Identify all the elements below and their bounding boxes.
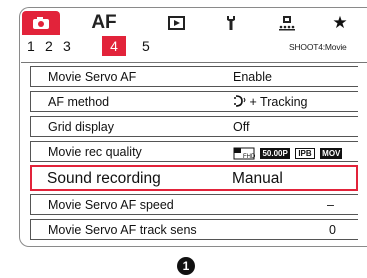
custom-function-icon: [279, 16, 295, 31]
fhd-size-icon: FHD: [233, 147, 256, 160]
playback-icon: [167, 16, 185, 30]
tab-af[interactable]: AF: [84, 11, 124, 35]
tab-custom-functions[interactable]: [274, 11, 300, 35]
menu-item-movie-servo-af-track-sens[interactable]: Movie Servo AF track sens 0: [30, 219, 358, 240]
format-chip: MOV: [320, 148, 343, 160]
menu-item-value: FHD 50.00P IPB MOV: [233, 146, 344, 160]
menu-item-value: Manual: [232, 170, 283, 187]
tab-my-menu[interactable]: ★: [327, 11, 353, 35]
callout-number: 1: [177, 257, 195, 275]
sub-tab-bar: 1 2 3 4 5 SHOOT4:Movie: [20, 34, 367, 60]
face-tracking-icon: [234, 95, 246, 107]
menu-item-value: Off: [233, 120, 250, 134]
sub-tab-4[interactable]: 4: [102, 36, 126, 56]
sub-tab-5[interactable]: 5: [142, 38, 150, 54]
menu-item-grid-display[interactable]: Grid display Off: [30, 116, 358, 137]
compression-chip: IPB: [295, 148, 315, 160]
svg-text:FHD: FHD: [243, 154, 255, 160]
menu-item-value: Enable: [233, 70, 272, 84]
sub-tab-2[interactable]: 2: [45, 38, 53, 54]
camera-icon: [33, 17, 49, 29]
star-icon: ★: [332, 13, 348, 32]
wrench-icon: [227, 16, 235, 30]
tab-playback[interactable]: [164, 11, 188, 35]
menu-item-label: Movie Servo AF: [48, 70, 137, 84]
af-method-text: + Tracking: [249, 95, 308, 109]
menu-item-movie-servo-af-speed[interactable]: Movie Servo AF speed –: [30, 194, 358, 215]
menu-item-value: + Tracking: [233, 95, 308, 109]
sub-tab-3[interactable]: 3: [63, 38, 71, 54]
tab-af-label: AF: [91, 12, 117, 33]
sub-tab-1[interactable]: 1: [27, 38, 35, 54]
menu-item-label: Grid display: [48, 120, 114, 134]
menu-item-label: Movie rec quality: [48, 145, 142, 159]
menu-item-value: –: [327, 198, 334, 212]
menu-item-sound-recording[interactable]: Sound recording Manual: [30, 165, 358, 191]
menu-item-label: Movie Servo AF track sens: [48, 223, 197, 237]
tab-shoot[interactable]: [22, 11, 60, 35]
frame-rate-chip: 50.00P: [260, 148, 290, 160]
divider: [21, 62, 367, 63]
main-tab-bar: AF ★: [22, 11, 367, 35]
menu-item-value: 0: [329, 223, 336, 237]
menu-item-movie-rec-quality[interactable]: Movie rec quality FHD 50.00P IPB MOV: [30, 141, 358, 162]
menu-item-af-method[interactable]: AF method + Tracking: [30, 91, 358, 112]
tab-setup[interactable]: [219, 11, 243, 35]
menu-page-title: SHOOT4:Movie: [289, 42, 347, 52]
menu-item-label: Sound recording: [47, 170, 161, 187]
menu-item-label: AF method: [48, 95, 110, 109]
menu-item-movie-servo-af[interactable]: Movie Servo AF Enable: [30, 66, 358, 87]
menu-item-label: Movie Servo AF speed: [48, 198, 174, 212]
